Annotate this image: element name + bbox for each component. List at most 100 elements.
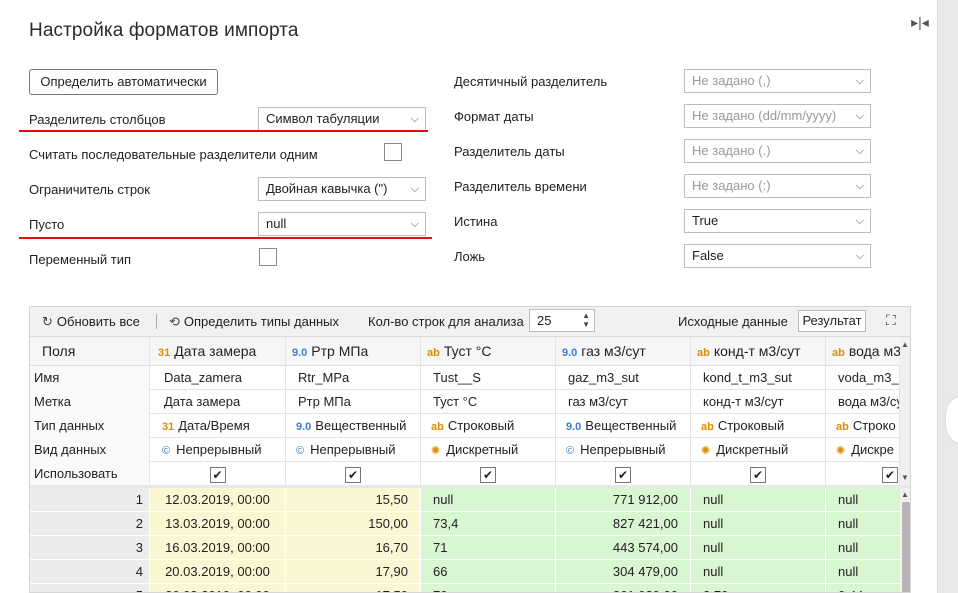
datakind-cell[interactable]: © Непрерывный [556,438,691,462]
detect-types-icon: ⟲ [169,314,180,329]
tab-result[interactable]: Результат [798,310,866,332]
date-cell: 20.03.2019, 00:00 [150,560,286,584]
chevron-down-icon: ⌵ [855,110,864,122]
table-row[interactable]: 3 16.03.2019, 00:00 16,70 71 443 574,00 … [30,536,910,560]
consecutive-separators-checkbox[interactable] [384,143,402,161]
use-cell: ✔ [691,462,826,486]
false-value-select[interactable]: False ⌵ [684,244,871,268]
name-cell[interactable]: gaz_m3_sut [556,366,691,390]
use-checkbox[interactable]: ✔ [882,466,898,483]
use-checkbox[interactable]: ✔ [750,466,766,483]
row-index: 5 [30,584,150,592]
date-cell: 12.03.2019, 00:00 [150,488,286,512]
table-row[interactable]: 2 13.03.2019, 00:00 150,00 73,4 827 421,… [30,512,910,536]
name-cell[interactable]: Tust__S [421,366,556,390]
datatype-cell[interactable]: ab Строко [826,414,900,438]
scroll-up-icon[interactable]: ▲ [901,340,909,349]
use-checkbox[interactable]: ✔ [345,466,361,483]
side-panel-handle[interactable] [946,395,958,445]
voda-cell: 0,44 [826,584,902,592]
variable-type-checkbox[interactable] [259,248,277,266]
number-type-icon: 9.0 [566,421,582,433]
datatype-cell[interactable]: 31 Дата/Время [150,414,286,438]
time-separator-select[interactable]: Не задано (:) ⌵ [684,174,871,198]
row-index: 2 [30,512,150,536]
label-cell[interactable]: газ м3/сут [556,390,691,414]
gaz-cell: 827 421,00 [556,512,691,536]
date-separator-select[interactable]: Не задано (.) ⌵ [684,139,871,163]
column-header-voda[interactable]: ab вода м3 [826,337,902,366]
data-scrollbar-thumb[interactable] [902,502,910,592]
label-cell[interactable]: вода м3/су [826,390,900,414]
kond-cell: null [691,536,826,560]
tust-cell: 70 [421,584,556,592]
use-cell: ✔ [150,462,286,486]
meta-label: Метка [30,390,150,414]
detect-types-button[interactable]: ⟲ Определить типы данных [169,314,339,330]
datakind-cell[interactable]: ✺ Дискретный [691,438,826,462]
name-cell[interactable]: Data_zamera [150,366,286,390]
import-format-dialog: Настройка форматов импорта ▸|◂ Определит… [0,0,938,593]
use-checkbox[interactable]: ✔ [615,466,631,483]
kond-cell: null [691,488,826,512]
empty-value-select[interactable]: null ⌵ [258,212,426,236]
column-separator-select[interactable]: Символ табуляции ⌵ [258,107,426,131]
datakind-cell[interactable]: © Непрерывный [286,438,421,462]
true-value-select[interactable]: True ⌵ [684,209,871,233]
use-cell: ✔ [421,462,556,486]
false-value-label: Ложь [454,249,486,264]
use-checkbox[interactable]: ✔ [209,466,226,483]
label-cell[interactable]: конд-т м3/сут [691,390,826,414]
datatype-cell[interactable]: 9.0 Вещественный [286,414,421,438]
name-cell[interactable]: Rtr_MPa [286,366,421,390]
column-header-kond[interactable]: ab конд-т м3/сут [691,337,826,366]
true-value-value: True [692,213,719,228]
collapse-panel-icon[interactable]: ▸|◂ [910,13,930,31]
scroll-up-icon[interactable]: ▲ [901,490,909,499]
name-cell[interactable]: voda_m3_ [826,366,900,390]
column-header-gaz[interactable]: 9.0 газ м3/сут [556,337,691,366]
refresh-icon: ↻ [42,314,53,329]
refresh-all-button[interactable]: ↻ Обновить все [42,314,140,330]
tust-cell: 73,4 [421,512,556,536]
name-cell[interactable]: kond_t_m3_sut [691,366,826,390]
auto-detect-button[interactable]: Определить автоматически [29,69,218,95]
rows-to-analyze-spinner[interactable]: 25 ▲ ▼ [529,309,595,332]
date-format-placeholder: Не задано (dd/mm/yyyy) [692,108,837,123]
column-header-rtr[interactable]: 9.0 Ртр МПа [286,337,421,366]
spinner-arrows-icon[interactable]: ▲ ▼ [582,311,590,329]
rows-to-analyze-label: Кол-во строк для анализа [368,314,524,329]
label-cell[interactable]: Ртр МПа [286,390,421,414]
date-format-select[interactable]: Не задано (dd/mm/yyyy) ⌵ [684,104,871,128]
datatype-value: Строковый [717,418,785,433]
table-row[interactable]: 1 12.03.2019, 00:00 15,50 null 771 912,0… [30,488,910,512]
label-cell[interactable]: Дата замера [150,390,286,414]
label-cell[interactable]: Туст °С [421,390,556,414]
datakind-cell[interactable]: ✺ Дискре [826,438,900,462]
datatype-cell[interactable]: ab Строковый [421,414,556,438]
scroll-down-icon[interactable]: ▼ [901,473,909,482]
table-row[interactable]: 4 20.03.2019, 00:00 17,90 66 304 479,00 … [30,560,910,584]
datatype-cell[interactable]: ab Строковый [691,414,826,438]
meta-label: Вид данных [30,438,150,462]
datakind-cell[interactable]: © Непрерывный [150,438,286,462]
decimal-separator-select[interactable]: Не задано (,) ⌵ [684,69,871,93]
voda-cell: null [826,560,902,584]
time-separator-placeholder: Не задано (:) [692,178,771,193]
chevron-down-icon: ⌵ [855,250,864,262]
tab-source-data[interactable]: Исходные данные [678,314,788,329]
meta-row-datatype: Тип данных 31 Дата/Время 9.0 Вещественный … [30,414,910,438]
column-header-date[interactable]: 31 Дата замера [150,337,286,366]
row-limiter-select[interactable]: Двойная кавычка (") ⌵ [258,177,426,201]
column-separator-label: Разделитель столбцов [29,112,166,127]
column-header-tust[interactable]: ab Туст °С [421,337,556,366]
fullscreen-icon[interactable]: ⛶ [886,312,896,329]
use-checkbox[interactable]: ✔ [480,466,496,483]
datakind-cell[interactable]: ✺ Дискретный [421,438,556,462]
meta-scrollbar[interactable] [900,337,910,485]
highlight-underline [19,237,432,239]
date-separator-label: Разделитель даты [454,144,565,159]
table-row[interactable]: 5 26.03.2019, 00:00 17,50 70 261 029,00 … [30,584,910,592]
datatype-cell[interactable]: 9.0 Вещественный [556,414,691,438]
tust-cell: 66 [421,560,556,584]
